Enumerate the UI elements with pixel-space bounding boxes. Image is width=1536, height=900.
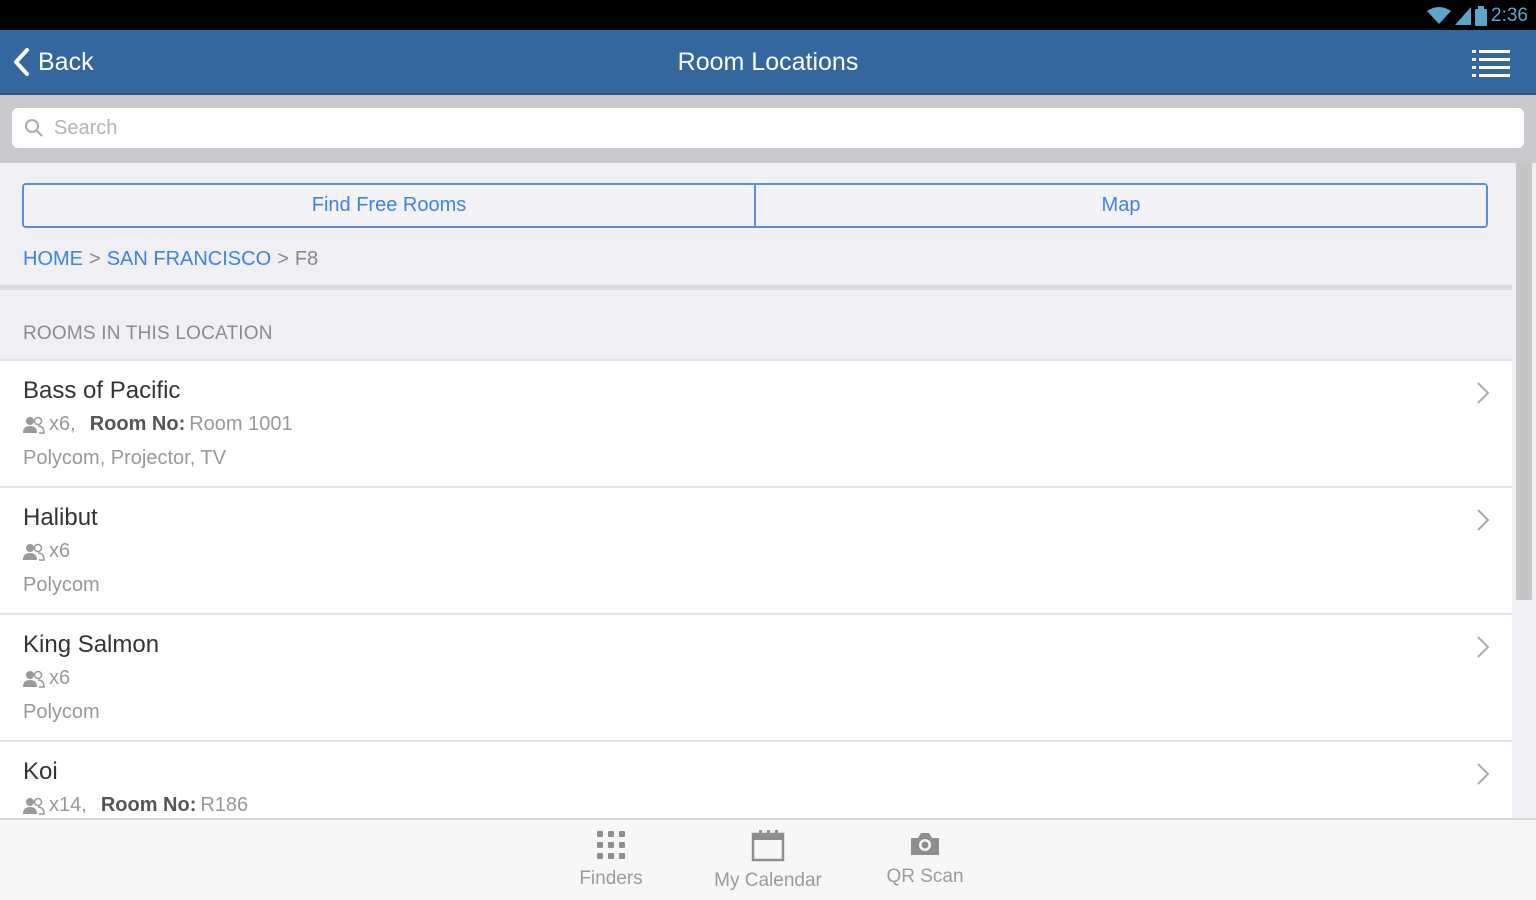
tab-label: My Calendar: [714, 870, 822, 891]
main-content: Find Free Rooms Map HOME > SAN FRANCISCO…: [0, 163, 1512, 818]
breadcrumb-city[interactable]: SAN FRANCISCO: [107, 248, 271, 271]
room-name: King Salmon: [23, 631, 160, 658]
breadcrumb-separator: >: [89, 248, 101, 270]
section-header: ROOMS IN THIS LOCATION: [23, 323, 273, 344]
tab-finders[interactable]: Finders: [541, 830, 681, 890]
room-number-label: Room No:: [100, 794, 197, 816]
search-field[interactable]: [12, 108, 1524, 148]
grid-icon: [597, 831, 625, 859]
people-icon: [23, 416, 45, 434]
room-name: Bass of Pacific: [23, 377, 181, 404]
room-capacity: x6,: [49, 413, 76, 435]
room-name: Koi: [23, 758, 58, 785]
people-icon: [23, 670, 45, 688]
status-bar: 2:36: [0, 0, 1536, 30]
room-meta: x14, Room No: R186: [23, 794, 248, 817]
breadcrumb-separator: >: [277, 248, 289, 270]
list-item[interactable]: King Salmon x6 Polycom: [0, 613, 1512, 740]
chevron-right-icon: [1477, 509, 1490, 531]
tab-label: Finders: [579, 868, 643, 889]
list-item[interactable]: Bass of Pacific x6, Room No: Room 1001 P…: [0, 359, 1512, 486]
chevron-right-icon: [1477, 763, 1490, 785]
search-bar: [0, 95, 1536, 163]
section-divider: [0, 285, 1512, 290]
page-title: Room Locations: [677, 48, 859, 76]
tab-my-calendar[interactable]: My Calendar: [698, 830, 838, 892]
people-icon: [23, 543, 45, 561]
room-meta: x6: [23, 667, 70, 690]
segmented-control: Find Free Rooms Map: [22, 183, 1488, 228]
tab-label: QR Scan: [886, 866, 964, 887]
room-number: Room 1001: [189, 413, 293, 435]
breadcrumb-home[interactable]: HOME: [23, 248, 83, 271]
list-item[interactable]: Koi x14, Room No: R186: [0, 740, 1512, 818]
list-item[interactable]: Halibut x6 Polycom: [0, 486, 1512, 613]
breadcrumb: HOME > SAN FRANCISCO > F8: [23, 248, 318, 271]
room-capacity: x6: [49, 667, 71, 689]
room-name: Halibut: [23, 504, 98, 531]
people-icon: [23, 797, 45, 815]
room-equipment: Polycom: [23, 701, 100, 723]
search-icon: [25, 119, 43, 137]
signal-icon: [1455, 7, 1472, 25]
room-meta: x6, Room No: Room 1001: [23, 413, 293, 436]
map-button[interactable]: Map: [754, 185, 1486, 226]
chevron-right-icon: [1477, 636, 1490, 658]
menu-button[interactable]: [1472, 48, 1510, 78]
tab-bar: Finders My Calendar QR Scan: [0, 818, 1536, 900]
breadcrumb-floor: F8: [294, 248, 319, 270]
battery-icon: [1475, 6, 1488, 26]
chevron-right-icon: [1477, 382, 1490, 404]
status-time: 2:36: [1491, 5, 1528, 26]
room-capacity: x6: [49, 540, 71, 562]
status-icons: 2:36: [1427, 5, 1528, 27]
room-meta: x6: [23, 540, 70, 563]
room-capacity: x14,: [49, 794, 87, 816]
room-number: R186: [200, 794, 249, 816]
room-equipment: Polycom, Projector, TV: [23, 447, 227, 469]
navigation-bar: Back Room Locations: [0, 30, 1536, 95]
tab-qr-scan[interactable]: QR Scan: [855, 830, 995, 888]
room-number-label: Room No:: [89, 413, 186, 435]
room-list: Bass of Pacific x6, Room No: Room 1001 P…: [0, 359, 1512, 818]
wifi-icon: [1427, 7, 1452, 24]
room-equipment: Polycom: [23, 574, 100, 596]
calendar-icon: [751, 830, 785, 862]
menu-icon: [1472, 50, 1510, 77]
camera-icon: [911, 833, 939, 855]
find-free-rooms-button[interactable]: Find Free Rooms: [24, 185, 754, 226]
scrollbar-thumb[interactable]: [1516, 163, 1532, 600]
search-input[interactable]: [54, 116, 1404, 140]
